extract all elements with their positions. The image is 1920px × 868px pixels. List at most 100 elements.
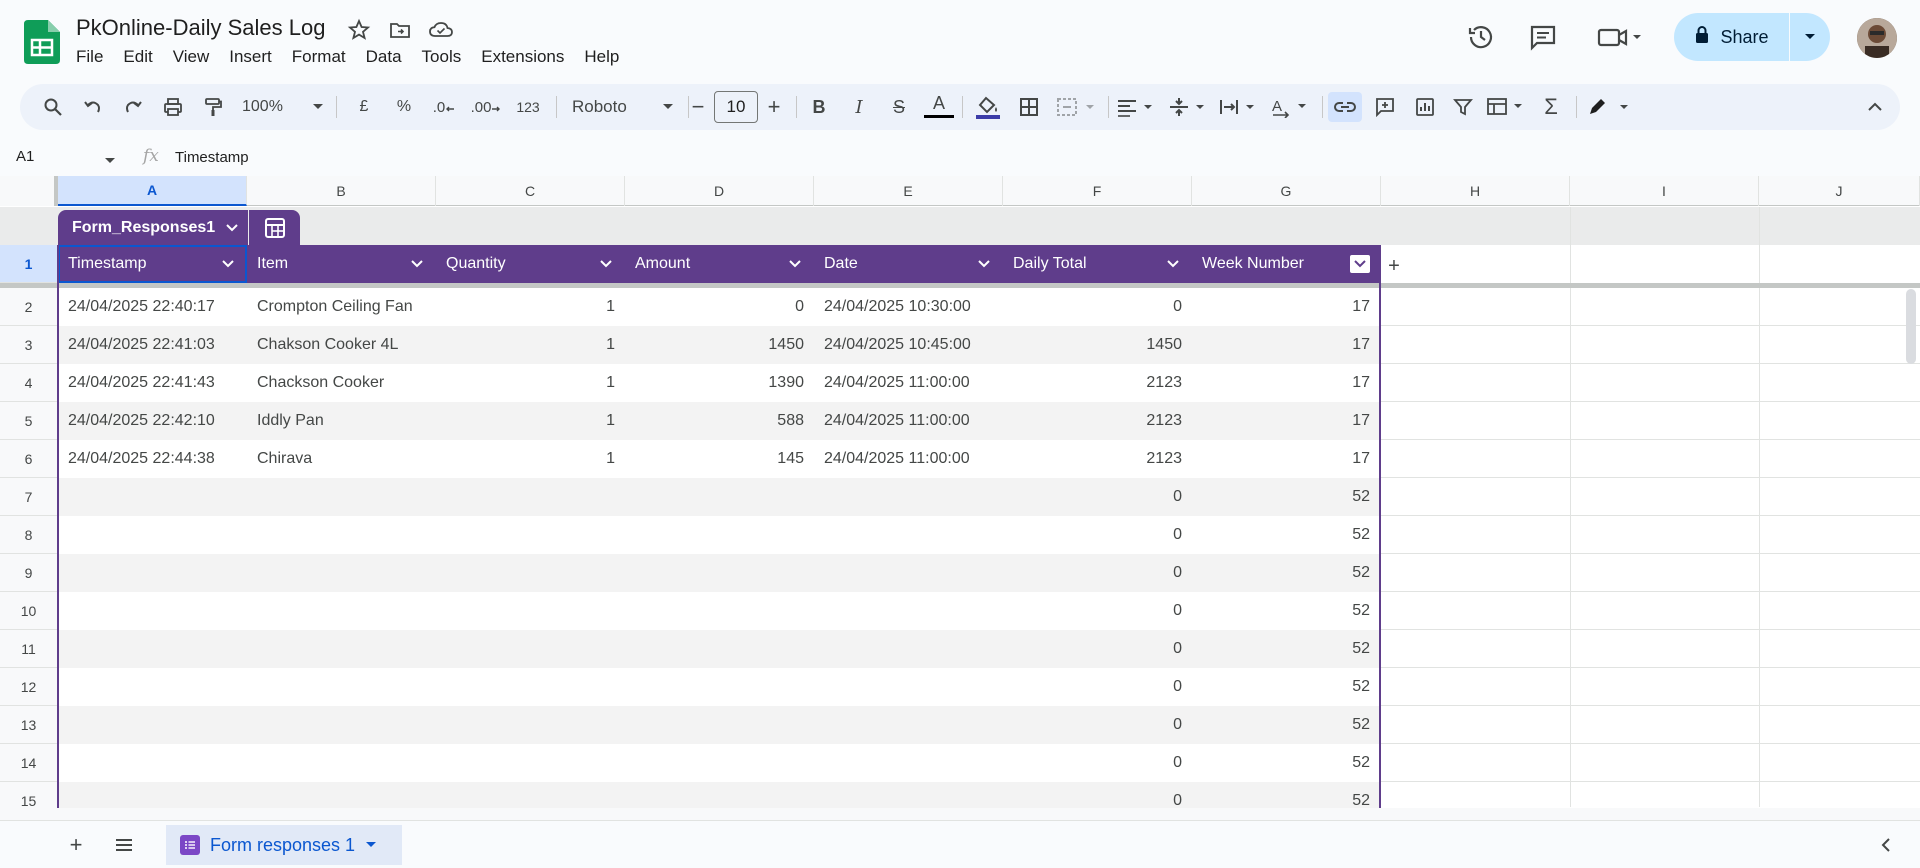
table-cell[interactable]	[436, 744, 625, 782]
table-cell[interactable]	[58, 592, 247, 630]
table-cell[interactable]	[58, 516, 247, 554]
table-cell[interactable]: 52	[1192, 744, 1380, 782]
redo-icon[interactable]	[118, 92, 148, 122]
table-cell[interactable]: 2123	[1003, 402, 1192, 440]
header-cell-timestamp[interactable]: Timestamp	[58, 245, 247, 283]
formula-input[interactable]: Timestamp	[175, 149, 249, 166]
header-cell-week-number[interactable]: Week Number	[1192, 245, 1380, 283]
paint-format-icon[interactable]	[198, 92, 228, 122]
filter-icon[interactable]	[1448, 92, 1478, 122]
table-cell[interactable]: 1450	[1003, 326, 1192, 364]
row-header-4[interactable]: 4	[0, 364, 58, 402]
table-cell[interactable]: 17	[1192, 440, 1380, 478]
table-cell[interactable]: 24/04/2025 22:42:10	[58, 402, 247, 440]
table-cell[interactable]: 17	[1192, 402, 1380, 440]
insert-link-icon[interactable]	[1328, 92, 1362, 122]
more-formats-button[interactable]: 123	[510, 92, 546, 122]
search-menus-icon[interactable]	[38, 92, 68, 122]
name-box-dropdown-icon[interactable]	[104, 152, 116, 170]
text-color-button[interactable]: A	[924, 92, 954, 118]
move-folder-icon[interactable]	[388, 18, 412, 42]
vertical-scrollbar[interactable]	[1906, 289, 1916, 364]
table-cell[interactable]: Chackson Cooker	[247, 364, 436, 402]
format-currency-button[interactable]: £	[350, 92, 378, 122]
table-cell[interactable]	[247, 782, 436, 808]
cloud-saved-icon[interactable]	[428, 18, 453, 42]
table-cell[interactable]: 52	[1192, 630, 1380, 668]
row-header-8[interactable]: 8	[0, 516, 58, 554]
table-cell[interactable]	[58, 554, 247, 592]
italic-button[interactable]: I	[844, 92, 874, 122]
table-cell[interactable]: 0	[1003, 668, 1192, 706]
table-cell[interactable]	[814, 744, 1003, 782]
table-cell[interactable]: 24/04/2025 22:41:03	[58, 326, 247, 364]
undo-icon[interactable]	[78, 92, 108, 122]
share-dropdown-icon[interactable]	[1790, 13, 1830, 61]
table-cell[interactable]	[58, 706, 247, 744]
insert-chart-icon[interactable]	[1410, 92, 1440, 122]
bold-button[interactable]: B	[804, 92, 834, 122]
menu-extensions[interactable]: Extensions	[471, 45, 574, 69]
row-header-7[interactable]: 7	[0, 478, 58, 516]
table-cell[interactable]	[58, 744, 247, 782]
table-cell[interactable]	[814, 516, 1003, 554]
sheets-logo-icon[interactable]	[24, 20, 60, 64]
table-cell[interactable]	[58, 478, 247, 516]
table-cell[interactable]: 1450	[625, 326, 814, 364]
row-header-15[interactable]: 15	[0, 782, 58, 808]
horizontal-align-icon[interactable]	[1116, 92, 1160, 122]
table-cell[interactable]	[814, 592, 1003, 630]
document-title[interactable]: PkOnline-Daily Sales Log	[76, 15, 325, 41]
name-box[interactable]: A1	[16, 148, 34, 165]
header-cell-daily-total[interactable]: Daily Total	[1003, 245, 1192, 283]
row-header-9[interactable]: 9	[0, 554, 58, 592]
table-cell[interactable]: 2123	[1003, 440, 1192, 478]
functions-button[interactable]: Σ	[1536, 92, 1566, 122]
row-header-1[interactable]: 1	[0, 245, 58, 283]
table-cell[interactable]: 52	[1192, 706, 1380, 744]
table-cell[interactable]: 1	[436, 402, 625, 440]
zoom-select[interactable]: 100%	[242, 92, 324, 122]
row-header-12[interactable]: 12	[0, 668, 58, 706]
table-cell[interactable]	[625, 706, 814, 744]
table-cell[interactable]: 52	[1192, 592, 1380, 630]
table-cell[interactable]	[247, 630, 436, 668]
increase-font-size-button[interactable]: +	[760, 92, 788, 122]
table-cell[interactable]	[247, 516, 436, 554]
column-header-a[interactable]: A	[58, 176, 247, 206]
table-cell[interactable]: 588	[625, 402, 814, 440]
column-header-e[interactable]: E	[814, 176, 1003, 206]
table-cell[interactable]	[814, 630, 1003, 668]
column-header-j[interactable]: J	[1759, 176, 1920, 206]
table-cell[interactable]: 17	[1192, 288, 1380, 326]
table-cell[interactable]: 1	[436, 326, 625, 364]
menu-tools[interactable]: Tools	[412, 45, 472, 69]
row-header-2[interactable]: 2	[0, 288, 58, 326]
table-cell[interactable]	[625, 744, 814, 782]
select-all-corner[interactable]	[0, 176, 58, 206]
header-cell-amount[interactable]: Amount	[625, 245, 814, 283]
table-cell[interactable]: 52	[1192, 554, 1380, 592]
row-header-3[interactable]: 3	[0, 326, 58, 364]
table-cell[interactable]	[247, 478, 436, 516]
table-cell[interactable]: 0	[1003, 706, 1192, 744]
table-cell[interactable]: 2123	[1003, 364, 1192, 402]
table-cell[interactable]	[625, 782, 814, 808]
font-size-input[interactable]: 10	[714, 91, 758, 123]
table-cell[interactable]	[436, 554, 625, 592]
row-header-14[interactable]: 14	[0, 744, 58, 782]
row-header-6[interactable]: 6	[0, 440, 58, 478]
table-cell[interactable]: 0	[1003, 592, 1192, 630]
table-cell[interactable]	[814, 706, 1003, 744]
vertical-align-icon[interactable]	[1168, 92, 1212, 122]
column-header-g[interactable]: G	[1192, 176, 1381, 206]
table-cell[interactable]: 1	[436, 288, 625, 326]
table-cell[interactable]: 0	[1003, 554, 1192, 592]
insert-comment-icon[interactable]	[1370, 92, 1400, 122]
table-cell[interactable]	[625, 478, 814, 516]
column-header-i[interactable]: I	[1570, 176, 1759, 206]
increase-decimal-button[interactable]: .00	[468, 92, 504, 122]
collapse-menus-icon[interactable]	[1860, 92, 1890, 122]
header-cell-item[interactable]: Item	[247, 245, 436, 283]
table-cell[interactable]	[247, 592, 436, 630]
